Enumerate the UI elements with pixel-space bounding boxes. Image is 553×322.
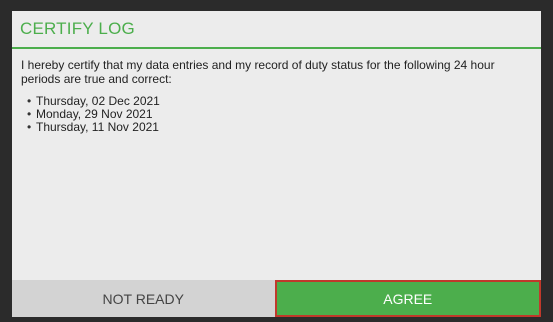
certify-log-dialog: CERTIFY LOG I hereby certify that my dat…	[12, 11, 541, 317]
date-text: Thursday, 11 Nov 2021	[36, 120, 159, 134]
certification-statement: I hereby certify that my data entries an…	[21, 58, 495, 86]
dialog-title: CERTIFY LOG	[20, 19, 135, 38]
dialog-footer: NOT READY AGREE	[12, 280, 541, 317]
certified-dates-list: • Thursday, 02 Dec 2021 • Monday, 29 Nov 2…	[21, 95, 533, 134]
dialog-body: I hereby certify that my data entries an…	[12, 49, 541, 134]
bullet-icon: •	[27, 120, 32, 134]
list-item: • Thursday, 11 Nov 2021	[27, 121, 533, 134]
date-text: Thursday, 02 Dec 2021	[36, 94, 160, 108]
date-text: Monday, 29 Nov 2021	[36, 107, 153, 121]
dialog-header: CERTIFY LOG	[12, 11, 541, 49]
agree-button[interactable]: AGREE	[274, 280, 541, 317]
not-ready-button[interactable]: NOT READY	[12, 280, 275, 317]
